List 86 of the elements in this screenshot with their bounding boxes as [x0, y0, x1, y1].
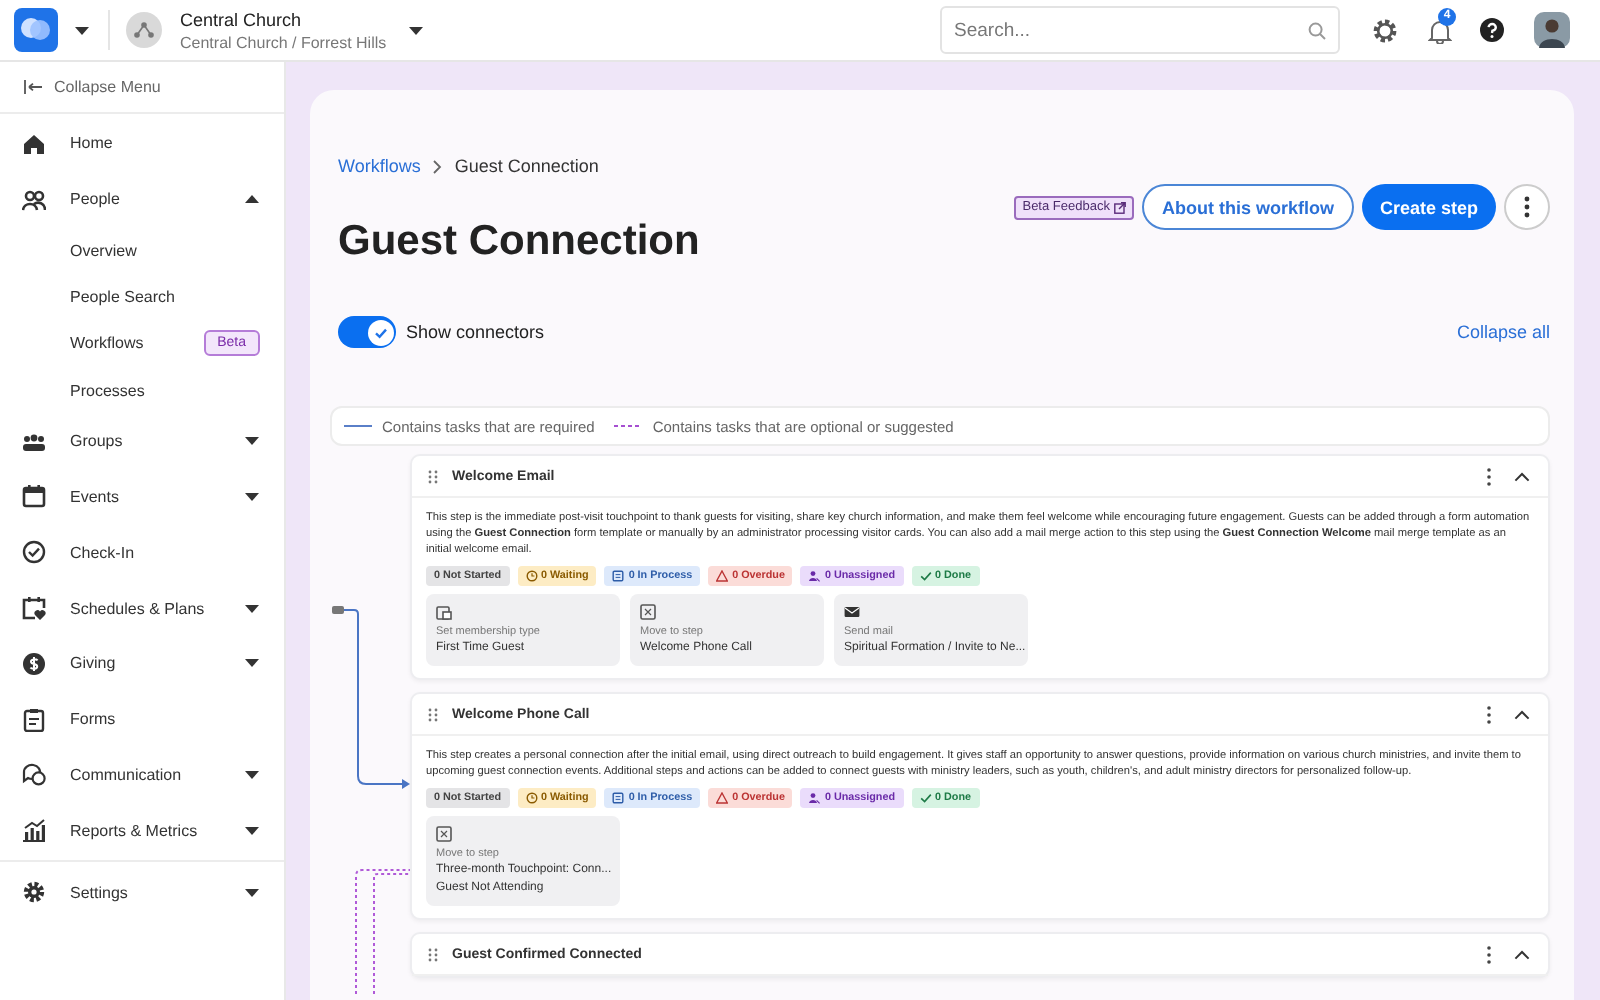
nav-item[interactable]: Check-In: [0, 524, 284, 581]
list-square-icon: [612, 792, 625, 805]
caret-down-icon[interactable]: [74, 25, 90, 35]
kebab-icon: [1524, 196, 1530, 218]
caret-down-icon[interactable]: [244, 491, 260, 502]
nav-item[interactable]: People: [0, 171, 284, 228]
nav-item[interactable]: Forms: [0, 691, 284, 748]
collapse-all-link[interactable]: Collapse all: [1456, 322, 1550, 342]
caret-down-icon[interactable]: [244, 887, 260, 898]
check-icon: [919, 792, 932, 805]
caret-down-icon[interactable]: [244, 769, 260, 780]
caret-down-icon[interactable]: [408, 25, 425, 35]
user-avatar[interactable]: [1534, 12, 1570, 48]
home-icon: [22, 131, 46, 156]
calendar-heart-icon: [22, 596, 46, 621]
list-square-icon: [612, 570, 625, 583]
envelope-icon: [844, 604, 860, 621]
nav-subitem[interactable]: Overview: [70, 241, 260, 260]
settings-icon[interactable]: [1372, 17, 1398, 43]
gear-icon: [22, 880, 46, 905]
app-logo[interactable]: [14, 8, 58, 52]
breadcrumb-current: Guest Connection: [454, 156, 599, 176]
external-link-icon: [1113, 201, 1126, 213]
warning-icon: [716, 570, 729, 583]
clock-icon: [525, 570, 538, 583]
collapse-icon: [24, 80, 42, 94]
search-field[interactable]: Search...: [940, 6, 1340, 54]
chevron-up-icon[interactable]: [1514, 709, 1530, 720]
toggle-label: Show connectors: [406, 322, 545, 342]
caret-down-icon[interactable]: [244, 658, 260, 669]
group-icon: [22, 429, 46, 454]
clock-icon: [525, 792, 538, 805]
drag-handle-icon[interactable]: [428, 707, 438, 722]
nav-item[interactable]: Settings: [0, 864, 284, 920]
checkmark-icon: [371, 323, 389, 341]
drag-handle-icon[interactable]: [428, 947, 438, 962]
chevron-up-icon[interactable]: [1514, 949, 1530, 960]
dashed-line-icon: [614, 422, 643, 430]
clipboard-icon: [22, 707, 46, 732]
check-icon: [919, 570, 932, 583]
drag-handle-icon[interactable]: [428, 469, 438, 483]
nav-subitem[interactable]: People Search: [70, 288, 260, 307]
caret-up-icon[interactable]: [244, 194, 260, 205]
org-path: Central Church / Forrest Hills: [180, 31, 387, 53]
person-icon: [808, 792, 821, 805]
more-options-button[interactable]: [1504, 184, 1550, 230]
nav-item[interactable]: Groups: [0, 413, 284, 470]
collapse-menu-button[interactable]: Collapse Menu: [0, 62, 284, 114]
warning-icon: [716, 792, 729, 805]
nav-item[interactable]: Home: [0, 116, 284, 172]
caret-down-icon[interactable]: [244, 436, 260, 447]
nav-item[interactable]: Schedules & Plans: [0, 580, 284, 636]
move-step-icon: [640, 604, 656, 621]
calendar-icon: [22, 484, 46, 509]
nav-item[interactable]: Reports & Metrics: [0, 802, 284, 859]
search-icon[interactable]: [1308, 21, 1326, 39]
move-step-icon: [436, 826, 452, 843]
chat-bubbles-icon: [22, 762, 46, 787]
more-options-icon[interactable]: [1486, 467, 1492, 485]
people-icon: [22, 187, 46, 212]
help-icon[interactable]: [1480, 18, 1504, 42]
org-avatar: [126, 12, 162, 48]
chart-icon: [22, 818, 46, 843]
check-circle-icon: [22, 540, 46, 565]
about-workflow-button[interactable]: About this workflow: [1141, 184, 1354, 230]
caret-down-icon[interactable]: [244, 603, 260, 614]
more-options-icon[interactable]: [1486, 945, 1492, 964]
page-title: Guest Connection: [338, 218, 702, 266]
id-card-icon: [436, 604, 452, 621]
person-icon: [808, 570, 821, 583]
solid-line-icon: [344, 422, 372, 430]
chevron-up-icon[interactable]: [1514, 471, 1530, 481]
nav-subitem[interactable]: Processes: [70, 381, 260, 400]
coin-icon: [22, 651, 46, 676]
org-name: Central Church: [180, 7, 304, 31]
nav-item[interactable]: Giving: [0, 635, 284, 692]
breadcrumb-link[interactable]: Workflows: [338, 156, 421, 176]
nav-item[interactable]: Communication: [0, 747, 284, 803]
nav-subitem[interactable]: Workflows: [70, 334, 204, 353]
more-options-icon[interactable]: [1486, 705, 1492, 724]
bell-icon[interactable]: [1428, 17, 1452, 43]
toggle-switch[interactable]: [338, 316, 396, 348]
nav-item[interactable]: Events: [0, 469, 284, 525]
caret-down-icon[interactable]: [244, 825, 260, 836]
create-step-button[interactable]: Create step: [1361, 184, 1496, 230]
chevron-right-icon: [432, 159, 443, 173]
